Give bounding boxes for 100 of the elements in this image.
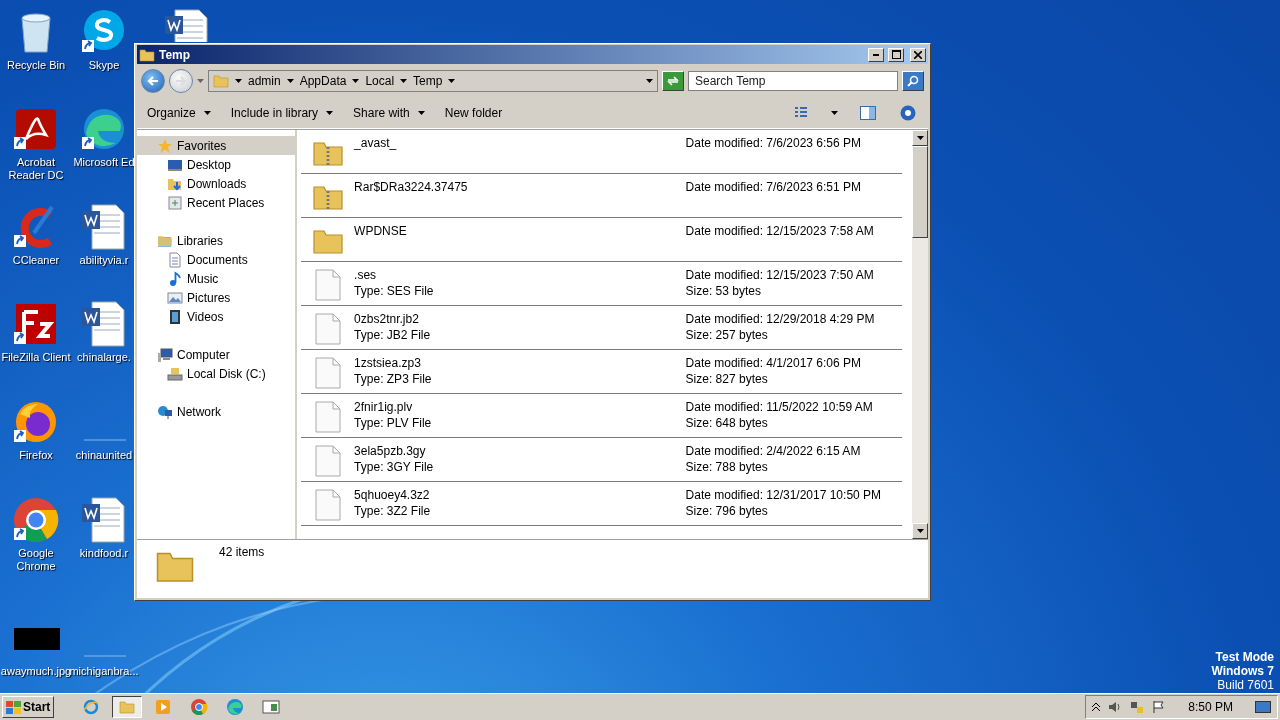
close-button[interactable] — [910, 47, 926, 62]
show-hidden-icons-icon[interactable] — [1092, 702, 1101, 712]
file-name[interactable]: WPDNSE — [354, 225, 686, 238]
maximize-button[interactable] — [888, 47, 904, 62]
search-icon — [907, 75, 919, 87]
breadcrumb[interactable]: Local — [365, 74, 395, 88]
forward-button[interactable] — [169, 69, 193, 93]
nav-item[interactable]: Downloads — [137, 174, 295, 193]
folder-icon — [139, 46, 155, 63]
file-size: Size: 788 bytes — [685, 461, 769, 474]
media-player-icon — [154, 698, 173, 716]
nav-item[interactable]: Network — [137, 402, 295, 421]
flag-icon[interactable] — [1152, 700, 1167, 714]
help-button[interactable] — [898, 106, 918, 120]
scroll-thumb[interactable] — [912, 146, 928, 238]
scrollbar[interactable] — [912, 130, 928, 539]
search-field[interactable]: Search Temp — [688, 71, 898, 91]
toolbar-button[interactable]: Organize — [147, 106, 211, 120]
nav-item[interactable]: Computer — [137, 345, 295, 364]
os-notice: Test Mode — [1215, 650, 1274, 664]
toolbar-button[interactable]: Include in library — [230, 106, 334, 120]
date-modified: Date modified: 4/1/2017 6:06 PM — [685, 357, 863, 370]
address-bar[interactable]: admin AppData Local Temp — [208, 70, 658, 92]
speaker-icon[interactable] — [1108, 700, 1123, 714]
file-size: Size: 53 bytes — [685, 285, 762, 298]
folder-icon — [213, 73, 229, 89]
desktop-icon-label[interactable]: michiganbra... — [69, 665, 139, 678]
refresh-icon — [667, 76, 679, 86]
back-button[interactable] — [141, 69, 165, 93]
file-name[interactable]: 0zbs2tnr.jb2 — [354, 313, 686, 326]
file-name[interactable]: Rar$DRa3224.37475 — [354, 181, 686, 194]
nav-item[interactable]: Music — [137, 269, 295, 288]
taskbar-app[interactable] — [112, 696, 143, 718]
breadcrumb[interactable]: AppData — [299, 74, 347, 88]
nav-item[interactable]: Documents — [137, 250, 295, 269]
caret-icon — [235, 79, 242, 83]
word-icon[interactable] — [80, 300, 128, 348]
file-type: Type: ZP3 File — [354, 373, 433, 386]
date-modified: Date modified: 2/4/2022 6:15 AM — [685, 445, 862, 458]
desktop-icon-label[interactable]: FileZilla Client — [1, 351, 71, 364]
file-size: Size: 827 bytes — [685, 373, 769, 386]
star-icon — [157, 137, 173, 154]
desktop-icon-label[interactable]: chinaunited — [75, 449, 133, 462]
file-name[interactable]: .ses — [354, 269, 686, 282]
network-icon[interactable] — [1130, 700, 1145, 714]
caret-icon — [352, 79, 360, 83]
file-name[interactable]: 2fnir1ig.plv — [354, 401, 686, 414]
file-name[interactable]: 3ela5pzb.3gy — [354, 445, 686, 458]
desktop-icon-label[interactable]: Skype — [88, 59, 120, 72]
file-name[interactable]: _avast_ — [354, 137, 686, 150]
desktop-icon-label[interactable]: Recycle Bin — [6, 59, 66, 72]
show-desktop-icon[interactable] — [1255, 700, 1271, 714]
file-icon — [314, 489, 341, 521]
desktop-icon-label[interactable]: kindfood.r — [79, 547, 129, 560]
desktop-icon-label[interactable]: abilityvia.r — [79, 254, 129, 267]
clock[interactable]: 8:50 PM — [1188, 700, 1233, 714]
nav-item[interactable]: Pictures — [137, 288, 295, 307]
nav-item[interactable]: Libraries — [137, 231, 295, 250]
refresh-button[interactable] — [662, 71, 684, 91]
caret-icon — [326, 111, 334, 115]
nav-item[interactable]: Favorites — [137, 136, 295, 155]
file-type: Type: JB2 File — [354, 329, 432, 342]
caret-icon — [286, 79, 294, 83]
desktop-icon-label[interactable]: Firefox — [19, 449, 53, 462]
toolbar-button[interactable]: New folder — [444, 106, 503, 120]
breadcrumb[interactable]: admin — [248, 74, 281, 88]
details-view-icon — [794, 106, 808, 120]
caret-icon — [400, 79, 408, 83]
date-modified: Date modified: 12/31/2017 10:50 PM — [685, 489, 883, 502]
computer-icon — [157, 346, 173, 363]
close-icon — [914, 50, 922, 59]
nav-item[interactable]: Desktop — [137, 155, 295, 174]
desktop-icon-label[interactable]: CCleaner — [12, 254, 60, 267]
file-name[interactable]: 1zstsiea.zp3 — [354, 357, 686, 370]
nav-item[interactable]: Recent Places — [137, 193, 295, 212]
desktop-icon-label[interactable]: Google Chrome — [0, 547, 72, 573]
word-icon[interactable] — [80, 203, 128, 251]
nav-item[interactable]: Local Disk (C:) — [137, 364, 295, 383]
desktop-icon-label[interactable]: Acrobat Reader DC — [0, 156, 72, 182]
search-button[interactable] — [902, 71, 924, 91]
word-icon[interactable] — [80, 496, 128, 544]
forward-arrow-icon — [175, 75, 187, 87]
file-name[interactable]: 5qhuoey4.3z2 — [354, 489, 686, 502]
file-type: Type: 3Z2 File — [354, 505, 432, 518]
start-button[interactable]: Start — [2, 696, 55, 718]
toolbar-button[interactable]: Share with — [353, 106, 425, 120]
date-modified: Date modified: 7/6/2023 6:51 PM — [685, 181, 863, 194]
minimize-button[interactable] — [868, 47, 884, 62]
preview-pane-button[interactable] — [858, 106, 878, 120]
chrome-icon[interactable] — [12, 496, 60, 544]
nav-item[interactable]: Videos — [137, 307, 295, 326]
breadcrumb[interactable]: Temp — [413, 74, 443, 88]
desktop-icon-label[interactable]: chinalarge. — [77, 351, 131, 364]
edge-icon — [226, 698, 245, 716]
date-modified: Date modified: 12/29/2018 4:29 PM — [685, 313, 876, 326]
file-icon — [314, 445, 341, 477]
desktop-icon-label[interactable]: awaymuch.jpg — [0, 665, 72, 678]
file-icon — [314, 269, 341, 301]
file-icon — [314, 401, 341, 433]
desktop-icon-label[interactable]: Microsoft Ed — [73, 156, 135, 169]
